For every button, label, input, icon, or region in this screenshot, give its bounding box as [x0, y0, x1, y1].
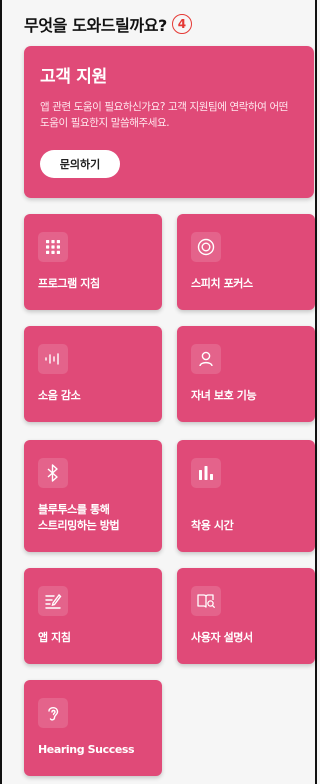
annotation-badge: 4 — [171, 14, 192, 34]
grid-icon — [38, 232, 68, 262]
tile-label: 자녀 보호 기능 — [191, 389, 257, 402]
support-title: 고객 지원 — [40, 67, 107, 87]
tile-app-guide[interactable]: 앱 지침 — [24, 568, 162, 664]
tile-label: 소음 감소 — [38, 389, 81, 402]
tile-label: 앱 지침 — [38, 631, 71, 644]
sound-wave-icon — [38, 344, 68, 374]
tile-label: 스피치 포커스 — [191, 277, 253, 290]
book-search-icon — [191, 586, 221, 616]
support-description: 앱 관련 도움이 필요하신가요? 고객 지원팀에 연락하여 어떤 도움이 필요한… — [40, 101, 288, 129]
tile-label: 블루투스를 통해 스트리밍하는 방법 — [38, 503, 120, 532]
edit-list-icon — [38, 586, 68, 616]
ear-icon — [38, 698, 68, 728]
target-icon — [191, 232, 221, 262]
tile-label: 사용자 설명서 — [191, 631, 253, 644]
tile-label: Hearing Success — [38, 743, 135, 756]
bar-chart-icon — [191, 458, 221, 488]
customer-support-card: 고객 지원 앱 관련 도움이 필요하신가요? 고객 지원팀에 연락하여 어떤 도… — [24, 46, 314, 198]
tile-user-manual[interactable]: 사용자 설명서 — [177, 568, 315, 664]
tile-bluetooth-streaming[interactable]: 블루투스를 통해 스트리밍하는 방법 — [24, 440, 162, 552]
contact-button[interactable]: 문의하기 — [40, 150, 120, 178]
tile-label: 착용 시간 — [191, 519, 234, 532]
header: 무엇을 도와드릴까요? 4 — [24, 12, 192, 36]
tile-noise-reduction[interactable]: 소음 감소 — [24, 326, 162, 422]
help-screen: 무엇을 도와드릴까요? 4 고객 지원 앱 관련 도움이 필요하신가요? 고객 … — [0, 0, 317, 784]
tile-label: 프로그램 지침 — [38, 277, 100, 290]
bluetooth-icon — [38, 458, 68, 488]
page-title: 무엇을 도와드릴까요? — [24, 16, 167, 35]
person-icon — [191, 344, 221, 374]
tile-program-guide[interactable]: 프로그램 지침 — [24, 214, 162, 310]
tile-parental-control[interactable]: 자녀 보호 기능 — [177, 326, 315, 422]
tile-wear-time[interactable]: 착용 시간 — [177, 440, 315, 552]
tile-hearing-success[interactable]: Hearing Success — [24, 680, 162, 776]
tile-speech-focus[interactable]: 스피치 포커스 — [177, 214, 315, 310]
